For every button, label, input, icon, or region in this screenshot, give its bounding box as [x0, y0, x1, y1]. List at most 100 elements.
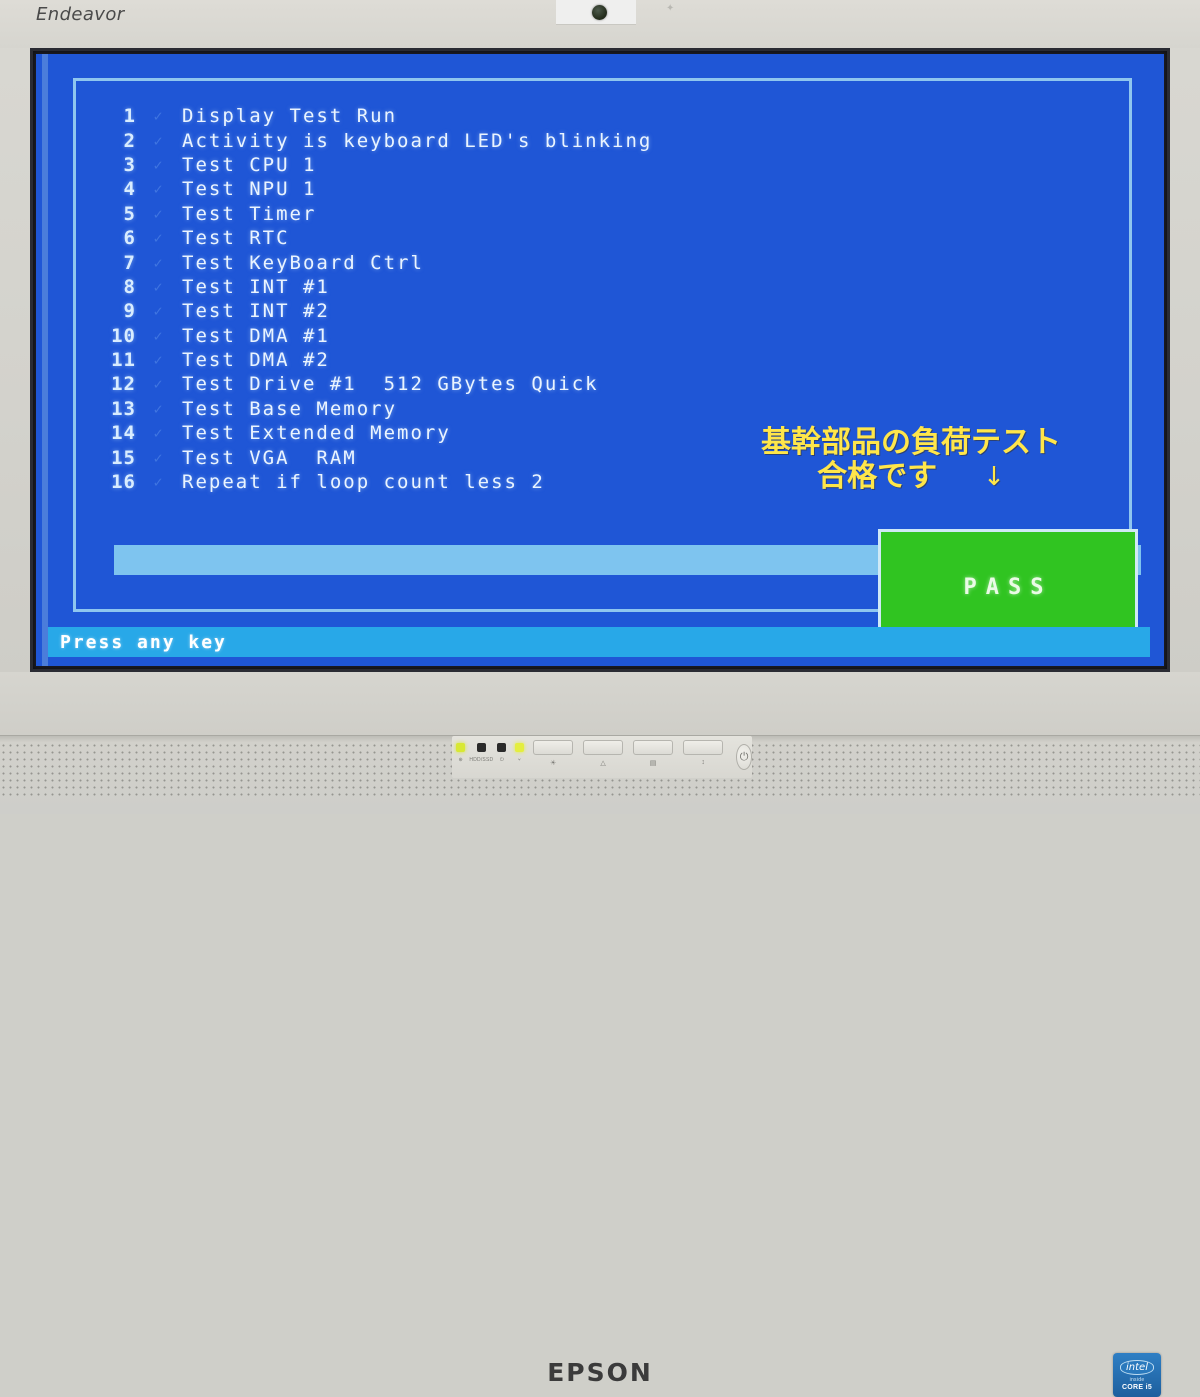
check-icon: ✓: [153, 229, 165, 248]
test-name: Test DMA #1: [182, 324, 330, 347]
test-row: 7 ✓ Test KeyBoard Ctrl: [88, 250, 788, 274]
annotation-line-2: 合格です: [817, 459, 938, 494]
drive-led-label: HDD/SSD: [469, 757, 494, 763]
brightness-button-label: ☀: [549, 759, 557, 767]
check-icon: ✓: [153, 473, 165, 492]
intel-inside-label: inside: [1129, 1376, 1145, 1383]
test-number: 3: [123, 153, 136, 176]
test-name: Test DMA #2: [182, 349, 330, 372]
check-icon: ✓: [153, 180, 165, 199]
power-led: ⏻: [493, 743, 510, 763]
network-led-indicator: [456, 743, 466, 752]
test-name: Test RTC: [182, 227, 290, 250]
check-icon: ✓: [153, 155, 165, 174]
wireless-led: ⑂: [511, 743, 528, 763]
test-row: 6 ✓ Test RTC: [88, 226, 788, 250]
test-result-list: 1 ✓ Display Test Run 2 ✓ Activity is keyboard…: [88, 104, 788, 494]
test-name: Test Timer: [182, 202, 317, 225]
test-name: Test INT #2: [182, 300, 330, 323]
power-led-label: ⏻: [499, 757, 505, 763]
test-name: Activity is keyboard LED's blinking: [182, 129, 653, 152]
webcam-lens-icon: [592, 5, 607, 20]
check-icon: ✓: [153, 375, 165, 394]
test-number: 4: [123, 178, 136, 201]
drive-led-indicator: [476, 743, 486, 752]
test-row: 5 ✓ Test Timer: [88, 202, 788, 226]
test-number: 9: [123, 300, 136, 323]
input-button[interactable]: ▤: [628, 739, 678, 767]
test-number: 6: [123, 227, 136, 250]
test-number: 8: [123, 275, 136, 298]
brightness-button[interactable]: ☀: [528, 739, 578, 767]
status-bar-text: Press any key: [60, 631, 227, 653]
test-row: 1 ✓ Display Test Run: [88, 104, 788, 128]
test-row: 3 ✓ Test CPU 1: [88, 153, 788, 177]
test-name: Display Test Run: [182, 105, 398, 128]
test-number: 15: [111, 446, 136, 469]
check-icon: ✓: [153, 399, 165, 418]
annotation-line-1: 基幹部品の負荷テスト: [761, 425, 1061, 460]
test-name: Test INT #1: [182, 275, 330, 298]
network-led-label: ⊕: [458, 757, 463, 763]
check-icon: ✓: [153, 351, 165, 370]
check-icon: ✓: [153, 204, 165, 223]
intel-model-label: CORE i5: [1121, 1383, 1153, 1391]
test-number: 5: [123, 202, 136, 225]
menu-button-key[interactable]: [583, 739, 624, 755]
test-name: Test VGA RAM: [182, 446, 357, 469]
test-row: 16 ✓ Repeat if loop count less 2: [88, 470, 788, 494]
test-number: 11: [111, 349, 136, 372]
brand-epson-label: EPSON: [547, 1358, 653, 1387]
screen-left-glow: [42, 54, 48, 666]
test-number: 7: [123, 251, 136, 274]
test-row: 14 ✓ Test Extended Memory: [88, 421, 788, 445]
monitor-top-bezel: Endeavor ✦: [0, 0, 1200, 48]
screen-frame: 1 ✓ Display Test Run 2 ✓ Activity is keyboard…: [30, 48, 1170, 672]
test-number: 13: [111, 397, 136, 420]
check-icon: ✓: [153, 424, 165, 443]
menu-button[interactable]: △: [578, 739, 628, 767]
test-row: 4 ✓ Test NPU 1: [88, 177, 788, 201]
check-icon: ✓: [153, 131, 165, 150]
brightness-button-key[interactable]: [533, 739, 574, 755]
test-number: 10: [111, 324, 136, 347]
check-icon: ✓: [153, 277, 165, 296]
test-name: Test Extended Memory: [182, 422, 451, 445]
test-row: 9 ✓ Test INT #2: [88, 299, 788, 323]
drive-led: HDD/SSD: [469, 743, 494, 763]
wireless-led-indicator: [514, 743, 524, 752]
down-arrow-icon: ↓: [983, 462, 1005, 492]
network-led: ⊕: [452, 743, 469, 763]
test-number: 16: [111, 471, 136, 494]
check-icon: ✓: [153, 253, 165, 272]
test-name: Test CPU 1: [182, 153, 317, 176]
test-name: Test NPU 1: [182, 178, 317, 201]
check-icon: ✓: [153, 448, 165, 467]
auto-button-key[interactable]: [683, 740, 724, 755]
pass-label: PASS: [963, 575, 1053, 600]
test-name: Test KeyBoard Ctrl: [182, 251, 424, 274]
wireless-led-label: ⑂: [517, 757, 521, 763]
menu-button-label: △: [600, 759, 606, 767]
auto-button-label: ↕: [701, 759, 705, 766]
auto-button[interactable]: ↕: [678, 740, 728, 766]
intel-core-i5-sticker: intel inside CORE i5: [1113, 1353, 1161, 1397]
front-control-panel: ⊕ HDD/SSD ⏻ ⑂ ☀ △ ▤ ↕ ⏻: [452, 736, 752, 778]
test-name: Test Base Memory: [182, 397, 398, 420]
test-number: 14: [111, 422, 136, 445]
test-row: 10 ✓ Test DMA #1: [88, 324, 788, 348]
test-row: 12 ✓ Test Drive #1 512 GBytes Quick: [88, 372, 788, 396]
test-name: Repeat if loop count less 2: [182, 471, 545, 494]
japanese-annotation: 基幹部品の負荷テスト 合格です ↓: [726, 426, 1096, 494]
bios-diagnostic-screen: 1 ✓ Display Test Run 2 ✓ Activity is keyboard…: [36, 54, 1164, 666]
test-row: 11 ✓ Test DMA #2: [88, 348, 788, 372]
test-name: Test Drive #1 512 GBytes Quick: [182, 373, 599, 396]
power-button[interactable]: ⏻: [736, 744, 752, 770]
brand-endeavor-label: Endeavor: [36, 4, 125, 25]
test-row: 13 ✓ Test Base Memory: [88, 397, 788, 421]
input-button-key[interactable]: [633, 739, 674, 755]
input-button-label: ▤: [649, 759, 657, 767]
check-icon: ✓: [153, 326, 165, 345]
check-icon: ✓: [153, 302, 165, 321]
test-number: 1: [123, 105, 136, 128]
